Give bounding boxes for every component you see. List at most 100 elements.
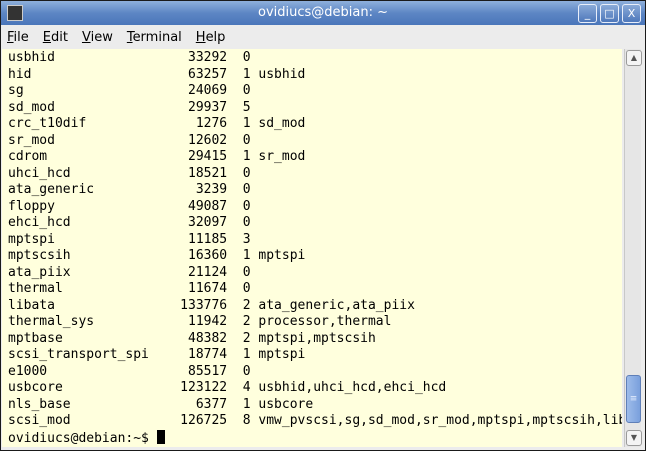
- module-used-count: 1: [242, 347, 251, 362]
- module-used-count: 0: [242, 281, 251, 296]
- scroll-down-arrow-icon[interactable]: ▼: [626, 430, 642, 446]
- module-used-by: sr_mod: [258, 149, 306, 164]
- module-size: 32097: [188, 215, 228, 230]
- module-size: 3239: [195, 182, 228, 197]
- module-used-count: 0: [242, 165, 251, 181]
- module-row: thermal 11674 0: [8, 281, 622, 298]
- module-size: 11185: [188, 231, 228, 247]
- module-size: 6377: [195, 396, 228, 412]
- menu-view[interactable]: View: [82, 30, 113, 45]
- module-name: libata: [8, 297, 55, 313]
- terminal-output[interactable]: usbhid 33292 0 hid 63257 1 usbhid sg 24069 0 sd…: [2, 49, 622, 447]
- scroll-up-arrow-icon[interactable]: ▲: [626, 50, 642, 66]
- module-name: thermal: [8, 281, 63, 296]
- module-row: thermal_sys 11942 2 processor,thermal: [8, 314, 622, 331]
- module-used-by: usbhid,uhci_hcd,ehci_hcd: [258, 380, 447, 395]
- menu-help[interactable]: Help: [196, 30, 226, 45]
- menu-file[interactable]: File: [7, 30, 29, 45]
- module-size: 11942: [188, 314, 228, 329]
- module-name: mptscsih: [8, 248, 71, 263]
- module-used-count: 2: [242, 314, 251, 329]
- menu-edit[interactable]: Edit: [43, 30, 68, 45]
- module-row: cdrom 29415 1 sr_mod: [8, 149, 622, 166]
- module-row: uhci_hcd 18521 0: [8, 166, 622, 183]
- module-used-by: usbhid: [258, 66, 306, 82]
- module-name: scsi_mod: [8, 413, 71, 428]
- menu-label: erminal: [132, 29, 182, 45]
- module-used-count: 3: [242, 231, 251, 247]
- module-used-by: ata_generic,ata_piix: [258, 297, 415, 313]
- menu-label: dit: [51, 29, 68, 45]
- module-used-count: 0: [242, 363, 251, 379]
- close-button[interactable]: X: [622, 4, 641, 23]
- module-used-count: 1: [242, 149, 251, 164]
- module-name: ata_generic: [8, 182, 95, 197]
- module-row: floppy 49087 0: [8, 199, 622, 216]
- scrollbar-thumb[interactable]: ≡: [626, 375, 641, 424]
- module-used-count: 1: [242, 396, 251, 412]
- module-size: 1276: [195, 116, 228, 131]
- module-used-count: 1: [242, 248, 251, 263]
- vertical-scrollbar[interactable]: ▲ ≡ ▼: [624, 49, 642, 447]
- module-used-count: 2: [242, 297, 251, 313]
- module-used-count: 0: [242, 132, 251, 148]
- module-name: usbhid: [8, 50, 55, 65]
- module-row: nls_base 6377 1 usbcore: [8, 397, 622, 414]
- module-name: hid: [8, 66, 32, 82]
- module-name: usbcore: [8, 380, 63, 395]
- minimize-button[interactable]: _: [578, 4, 597, 23]
- module-name: e1000: [8, 363, 48, 379]
- window-title: ovidiucs@debian: ~: [257, 5, 388, 20]
- menu-label: ile: [13, 29, 29, 45]
- module-used-count: 1: [242, 116, 251, 131]
- module-size: 33292: [188, 50, 228, 65]
- module-name: cdrom: [8, 149, 48, 164]
- menu-terminal[interactable]: Terminal: [127, 30, 182, 45]
- module-size: 21124: [188, 264, 228, 280]
- module-used-count: 2: [242, 330, 251, 346]
- module-used-count: 8: [242, 413, 251, 428]
- title-bar[interactable]: ovidiucs@debian: ~ _ □ X: [1, 1, 645, 25]
- module-size: 12602: [188, 132, 228, 148]
- module-size: 18521: [188, 165, 228, 181]
- module-name: nls_base: [8, 396, 71, 412]
- maximize-button[interactable]: □: [600, 4, 619, 23]
- module-size: 16360: [188, 248, 228, 263]
- module-name: thermal_sys: [8, 314, 95, 329]
- module-size: 126725: [180, 413, 228, 428]
- module-size: 18774: [188, 347, 228, 362]
- module-size: 29415: [188, 149, 228, 164]
- module-name: ata_piix: [8, 264, 71, 280]
- shell-prompt[interactable]: ovidiucs@debian:~$: [8, 429, 622, 447]
- module-used-count: 5: [242, 99, 251, 115]
- module-used-by: mptspi: [258, 347, 306, 362]
- mnemonic: V: [81, 29, 91, 45]
- module-size: 133776: [180, 297, 228, 313]
- module-used-count: 0: [242, 264, 251, 280]
- module-row: libata 133776 2 ata_generic,ata_piix: [8, 298, 622, 315]
- module-name: floppy: [8, 198, 55, 214]
- module-row: ehci_hcd 32097 0: [8, 215, 622, 232]
- module-used-count: 0: [242, 198, 251, 214]
- module-row: ata_piix 21124 0: [8, 265, 622, 282]
- module-row: sr_mod 12602 0: [8, 133, 622, 150]
- module-name: mptbase: [8, 330, 63, 346]
- module-used-count: 0: [242, 215, 251, 230]
- module-name: mptspi: [8, 231, 55, 247]
- module-row: sd_mod 29937 5: [8, 100, 622, 117]
- module-size: 24069: [188, 83, 228, 98]
- terminal-app-icon[interactable]: [7, 5, 23, 21]
- menu-label: elp: [205, 29, 226, 45]
- module-row: usbcore 123122 4 usbhid,uhci_hcd,ehci_hcd: [8, 380, 622, 397]
- module-used-by: mptspi,mptscsih: [258, 330, 376, 346]
- module-size: 63257: [188, 66, 228, 82]
- module-used-count: 4: [242, 380, 251, 395]
- mnemonic: E: [42, 29, 51, 45]
- module-row: ata_generic 3239 0: [8, 182, 622, 199]
- cursor: [156, 429, 165, 444]
- module-used-count: 0: [242, 50, 251, 65]
- module-size: 29937: [188, 99, 228, 115]
- module-row: sg 24069 0: [8, 83, 622, 100]
- module-row: scsi_transport_spi 18774 1 mptspi: [8, 347, 622, 364]
- module-size: 85517: [188, 363, 228, 379]
